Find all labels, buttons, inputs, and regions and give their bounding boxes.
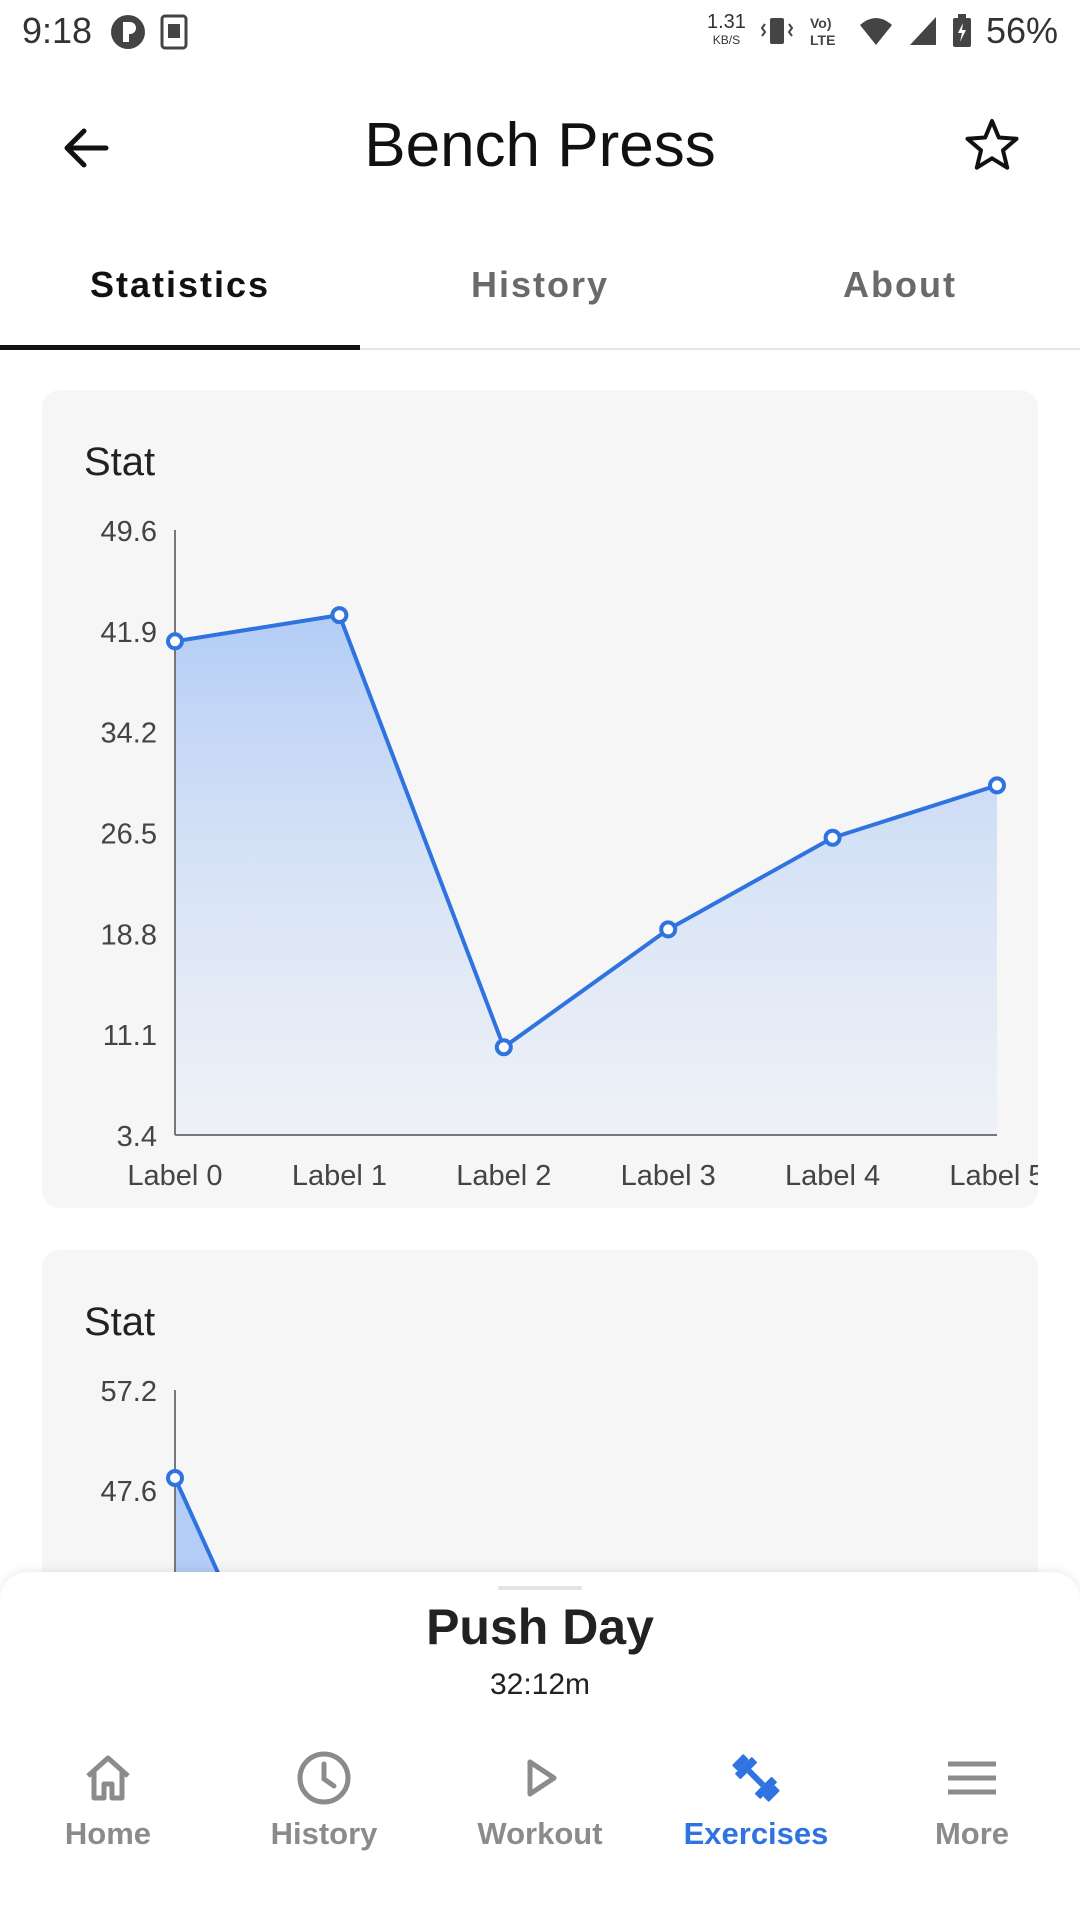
- app-bar: Bench Press: [0, 80, 1080, 210]
- y-tick-label: 11.1: [103, 1020, 157, 1052]
- play-icon: [527, 1759, 557, 1797]
- nav-history[interactable]: History: [216, 1748, 432, 1898]
- data-point: [494, 1038, 513, 1057]
- y-tick-label: 18.8: [101, 919, 157, 951]
- x-tick-label: Label 2: [456, 1160, 551, 1192]
- sheet-handle[interactable]: [498, 1586, 582, 1590]
- y-tick-label: 34.2: [101, 718, 157, 750]
- menu-icon: [948, 1761, 996, 1795]
- network-speed: 1.31 KB/S: [707, 11, 746, 47]
- vibrate-icon: [760, 18, 794, 44]
- tab-statistics[interactable]: Statistics: [0, 240, 360, 348]
- tab-about[interactable]: About: [720, 240, 1080, 348]
- x-tick-label: Label 1: [292, 1160, 387, 1192]
- home-icon: [86, 1755, 130, 1801]
- status-time: 9:18: [22, 10, 93, 51]
- nav-label: Workout: [477, 1816, 603, 1851]
- nav-more[interactable]: More: [864, 1748, 1080, 1898]
- svg-text:Vo): Vo): [810, 15, 832, 31]
- area-fill: [175, 615, 997, 1135]
- data-point: [988, 776, 1006, 795]
- tab-bar: Statistics History About: [0, 240, 1080, 350]
- y-tick-label: 57.2: [101, 1376, 157, 1408]
- x-tick-label: Label 0: [127, 1160, 222, 1192]
- nav-home[interactable]: Home: [0, 1748, 216, 1898]
- dumbbell-icon: [732, 1754, 780, 1802]
- sim-notification-icon: [160, 14, 188, 50]
- signal-icon: [909, 17, 936, 45]
- nav-label: Home: [64, 1816, 152, 1851]
- y-tick-label: 3.4: [117, 1121, 157, 1153]
- volte-icon: Vo)LTE: [810, 15, 835, 48]
- tab-indicator: [0, 345, 360, 350]
- status-bar: 9:18 1.31 KB/S Vo) LTE 56%: [0, 0, 1080, 64]
- x-tick-label: Label 5: [949, 1160, 1038, 1192]
- tab-history[interactable]: History: [360, 240, 720, 348]
- data-point: [330, 606, 349, 625]
- y-tick-label: 41.9: [101, 617, 157, 649]
- line-chart: 49.6 41.9 34.2 26.5 18.8 11.1 3.4 Label 0 Label …: [101, 516, 1038, 1192]
- nav-label: Exercises: [683, 1816, 829, 1851]
- svg-text:LTE: LTE: [810, 32, 835, 48]
- y-tick-label: 49.6: [101, 516, 157, 548]
- stat-chart-card-1: Stat 49.6 41.9 34.2 26.5 18.8 11.1 3.4 Label 0L…: [42, 390, 1038, 1208]
- nav-label: More: [934, 1816, 1010, 1851]
- x-tick-label: Label 3: [621, 1160, 716, 1192]
- workout-duration: 32:12m: [489, 1668, 591, 1701]
- data-point: [659, 920, 678, 939]
- y-tick-label: 47.6: [101, 1476, 157, 1508]
- nav-label: History: [270, 1816, 378, 1851]
- favorite-star-icon[interactable]: [962, 116, 1022, 176]
- data-point: [823, 828, 842, 847]
- battery-icon: [952, 14, 971, 47]
- battery-percent: 56%: [985, 10, 1058, 51]
- page-title: Bench Press: [364, 111, 716, 180]
- status-right: 1.31 KB/S Vo) LTE 56%: [707, 10, 1058, 52]
- y-tick-label: 26.5: [101, 819, 157, 851]
- app-notification-icon: [111, 15, 145, 49]
- bottom-navigation: Home History Workout Exercises More: [0, 1748, 1080, 1898]
- x-tick-label: Label 4: [785, 1160, 880, 1192]
- clock-icon: [297, 1751, 351, 1805]
- workout-name: Push Day: [426, 1599, 654, 1655]
- wifi-icon: [859, 18, 892, 45]
- data-point: [166, 1469, 184, 1487]
- nav-workout[interactable]: Workout: [432, 1748, 648, 1898]
- nav-exercises[interactable]: Exercises: [648, 1748, 864, 1898]
- data-point: [166, 632, 184, 651]
